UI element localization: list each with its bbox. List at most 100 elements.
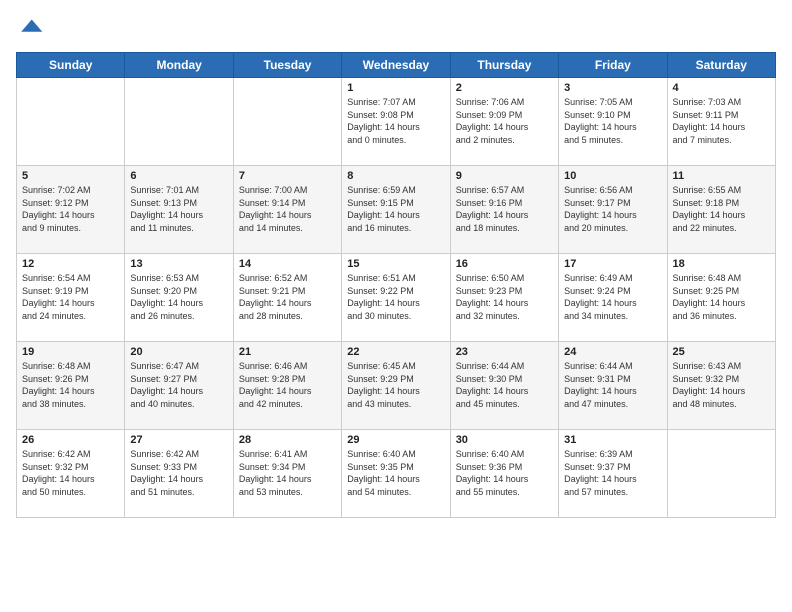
calendar-cell: 21 Sunrise: 6:46 AM Sunset: 9:28 PM Dayli… — [233, 342, 341, 430]
day-content: Sunrise: 6:39 AM Sunset: 9:37 PM Dayligh… — [564, 448, 661, 498]
page-header — [16, 16, 776, 44]
day-number: 24 — [564, 346, 661, 358]
day-content: Sunrise: 6:45 AM Sunset: 9:29 PM Dayligh… — [347, 360, 444, 410]
calendar-cell: 22Sunrise: 6:45 AM Sunset: 9:29 PM Dayli… — [342, 342, 450, 430]
calendar-cell: 25 Sunrise: 6:43 AM Sunset: 9:32 PM Dayli… — [667, 342, 775, 430]
day-content: Sunrise: 6:49 AM Sunset: 9:24 PM Dayligh… — [564, 272, 661, 322]
weekday-header-thursday: Thursday — [450, 53, 558, 78]
calendar-week-5: 26 Sunrise: 6:42 AM Sunset: 9:32 PM Dayli… — [17, 430, 776, 518]
day-content: Sunrise: 6:44 AM Sunset: 9:31 PM Dayligh… — [564, 360, 661, 410]
day-content: Sunrise: 7:03 AM Sunset: 9:11 PM Dayligh… — [673, 96, 770, 146]
day-number: 1 — [347, 82, 444, 94]
calendar-cell: 7 Sunrise: 7:00 AM Sunset: 9:14 PM Daylig… — [233, 166, 341, 254]
calendar-week-4: 19 Sunrise: 6:48 AM Sunset: 9:26 PM Dayli… — [17, 342, 776, 430]
day-content: Sunrise: 7:05 AM Sunset: 9:10 PM Dayligh… — [564, 96, 661, 146]
calendar-body: 1 Sunrise: 7:07 AM Sunset: 9:08 PM Daylig… — [17, 78, 776, 518]
calendar-cell: 24 Sunrise: 6:44 AM Sunset: 9:31 PM Dayli… — [559, 342, 667, 430]
calendar-cell: 31 Sunrise: 6:39 AM Sunset: 9:37 PM Dayli… — [559, 430, 667, 518]
day-number: 23 — [456, 346, 553, 358]
day-content: Sunrise: 7:00 AM Sunset: 9:14 PM Dayligh… — [239, 184, 336, 234]
day-number: 20 — [130, 346, 227, 358]
calendar-cell: 29Sunrise: 6:40 AM Sunset: 9:35 PM Dayli… — [342, 430, 450, 518]
day-content: Sunrise: 7:07 AM Sunset: 9:08 PM Dayligh… — [347, 96, 444, 146]
day-content: Sunrise: 6:40 AM Sunset: 9:36 PM Dayligh… — [456, 448, 553, 498]
day-number: 6 — [130, 170, 227, 182]
calendar-week-3: 12Sunrise: 6:54 AM Sunset: 9:19 PM Dayli… — [17, 254, 776, 342]
day-number: 11 — [673, 170, 770, 182]
day-number: 3 — [564, 82, 661, 94]
weekday-header-friday: Friday — [559, 53, 667, 78]
day-number: 18 — [673, 258, 770, 270]
day-number: 21 — [239, 346, 336, 358]
calendar-cell — [667, 430, 775, 518]
calendar-header: SundayMondayTuesdayWednesdayThursdayFrid… — [17, 53, 776, 78]
weekday-header-wednesday: Wednesday — [342, 53, 450, 78]
calendar-cell: 2 Sunrise: 7:06 AM Sunset: 9:09 PM Daylig… — [450, 78, 558, 166]
day-content: Sunrise: 6:48 AM Sunset: 9:26 PM Dayligh… — [22, 360, 119, 410]
day-number: 5 — [22, 170, 119, 182]
weekday-row: SundayMondayTuesdayWednesdayThursdayFrid… — [17, 53, 776, 78]
day-content: Sunrise: 6:48 AM Sunset: 9:25 PM Dayligh… — [673, 272, 770, 322]
calendar-cell: 5 Sunrise: 7:02 AM Sunset: 9:12 PM Daylig… — [17, 166, 125, 254]
logo — [16, 16, 48, 44]
calendar-cell: 26 Sunrise: 6:42 AM Sunset: 9:32 PM Dayli… — [17, 430, 125, 518]
calendar-week-2: 5 Sunrise: 7:02 AM Sunset: 9:12 PM Daylig… — [17, 166, 776, 254]
day-content: Sunrise: 6:52 AM Sunset: 9:21 PM Dayligh… — [239, 272, 336, 322]
calendar-cell: 6 Sunrise: 7:01 AM Sunset: 9:13 PM Daylig… — [125, 166, 233, 254]
day-number: 2 — [456, 82, 553, 94]
day-number: 31 — [564, 434, 661, 446]
calendar-cell — [17, 78, 125, 166]
calendar-cell — [233, 78, 341, 166]
day-content: Sunrise: 6:46 AM Sunset: 9:28 PM Dayligh… — [239, 360, 336, 410]
day-number: 15 — [347, 258, 444, 270]
calendar-cell: 3 Sunrise: 7:05 AM Sunset: 9:10 PM Daylig… — [559, 78, 667, 166]
day-content: Sunrise: 6:43 AM Sunset: 9:32 PM Dayligh… — [673, 360, 770, 410]
day-number: 16 — [456, 258, 553, 270]
day-content: Sunrise: 6:41 AM Sunset: 9:34 PM Dayligh… — [239, 448, 336, 498]
calendar-cell — [125, 78, 233, 166]
day-content: Sunrise: 7:06 AM Sunset: 9:09 PM Dayligh… — [456, 96, 553, 146]
calendar-cell: 10 Sunrise: 6:56 AM Sunset: 9:17 PM Dayli… — [559, 166, 667, 254]
day-number: 7 — [239, 170, 336, 182]
calendar-cell: 8 Sunrise: 6:59 AM Sunset: 9:15 PM Daylig… — [342, 166, 450, 254]
day-content: Sunrise: 6:47 AM Sunset: 9:27 PM Dayligh… — [130, 360, 227, 410]
day-content: Sunrise: 6:59 AM Sunset: 9:15 PM Dayligh… — [347, 184, 444, 234]
day-number: 13 — [130, 258, 227, 270]
day-number: 28 — [239, 434, 336, 446]
day-number: 9 — [456, 170, 553, 182]
weekday-header-tuesday: Tuesday — [233, 53, 341, 78]
day-content: Sunrise: 6:57 AM Sunset: 9:16 PM Dayligh… — [456, 184, 553, 234]
day-number: 14 — [239, 258, 336, 270]
calendar-cell: 20 Sunrise: 6:47 AM Sunset: 9:27 PM Dayli… — [125, 342, 233, 430]
calendar-cell: 13Sunrise: 6:53 AM Sunset: 9:20 PM Dayli… — [125, 254, 233, 342]
day-content: Sunrise: 6:51 AM Sunset: 9:22 PM Dayligh… — [347, 272, 444, 322]
calendar-cell: 4Sunrise: 7:03 AM Sunset: 9:11 PM Daylig… — [667, 78, 775, 166]
calendar-cell: 19 Sunrise: 6:48 AM Sunset: 9:26 PM Dayli… — [17, 342, 125, 430]
day-number: 30 — [456, 434, 553, 446]
calendar-cell: 28 Sunrise: 6:41 AM Sunset: 9:34 PM Dayli… — [233, 430, 341, 518]
calendar-cell: 17 Sunrise: 6:49 AM Sunset: 9:24 PM Dayli… — [559, 254, 667, 342]
calendar-cell: 16Sunrise: 6:50 AM Sunset: 9:23 PM Dayli… — [450, 254, 558, 342]
weekday-header-sunday: Sunday — [17, 53, 125, 78]
logo-icon — [16, 16, 44, 44]
day-content: Sunrise: 6:42 AM Sunset: 9:32 PM Dayligh… — [22, 448, 119, 498]
calendar-cell: 12Sunrise: 6:54 AM Sunset: 9:19 PM Dayli… — [17, 254, 125, 342]
day-number: 8 — [347, 170, 444, 182]
calendar-cell: 23 Sunrise: 6:44 AM Sunset: 9:30 PM Dayli… — [450, 342, 558, 430]
day-number: 26 — [22, 434, 119, 446]
day-number: 19 — [22, 346, 119, 358]
weekday-header-monday: Monday — [125, 53, 233, 78]
day-content: Sunrise: 7:01 AM Sunset: 9:13 PM Dayligh… — [130, 184, 227, 234]
day-content: Sunrise: 6:55 AM Sunset: 9:18 PM Dayligh… — [673, 184, 770, 234]
day-number: 17 — [564, 258, 661, 270]
calendar-cell: 15 Sunrise: 6:51 AM Sunset: 9:22 PM Dayli… — [342, 254, 450, 342]
day-number: 10 — [564, 170, 661, 182]
day-content: Sunrise: 7:02 AM Sunset: 9:12 PM Dayligh… — [22, 184, 119, 234]
day-number: 12 — [22, 258, 119, 270]
calendar-cell: 18 Sunrise: 6:48 AM Sunset: 9:25 PM Dayli… — [667, 254, 775, 342]
day-number: 25 — [673, 346, 770, 358]
day-content: Sunrise: 6:44 AM Sunset: 9:30 PM Dayligh… — [456, 360, 553, 410]
calendar-cell: 14 Sunrise: 6:52 AM Sunset: 9:21 PM Dayli… — [233, 254, 341, 342]
day-content: Sunrise: 6:56 AM Sunset: 9:17 PM Dayligh… — [564, 184, 661, 234]
calendar-cell: 9 Sunrise: 6:57 AM Sunset: 9:16 PM Daylig… — [450, 166, 558, 254]
